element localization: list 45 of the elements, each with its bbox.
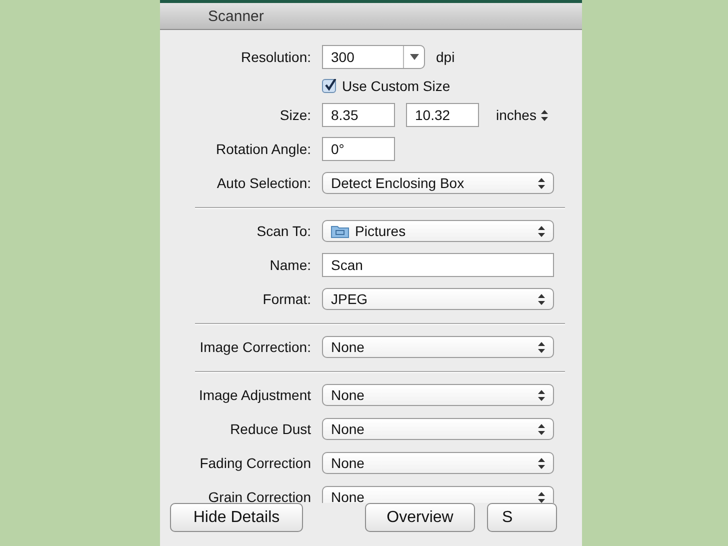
checkbox-label: Use Custom Size xyxy=(342,78,450,94)
folder-icon xyxy=(331,224,349,238)
field-label: Rotation Angle: xyxy=(216,141,311,157)
field-label: Auto Selection: xyxy=(216,175,311,191)
button[interactable]: Overview xyxy=(365,503,475,532)
width-field[interactable]: 8.35 xyxy=(322,103,395,127)
unit-label: dpi xyxy=(436,49,455,65)
button[interactable]: Hide Details xyxy=(170,503,303,532)
up-down-arrows-icon xyxy=(538,178,545,188)
field-label: Size: xyxy=(280,107,311,123)
up-down-arrows-icon xyxy=(538,390,545,400)
resolution-combo-box[interactable]: 300 xyxy=(322,45,425,69)
up-down-arrows-icon xyxy=(538,342,545,352)
field-label: Name: xyxy=(270,257,311,273)
popup-menu[interactable]: None xyxy=(322,418,554,440)
field-label: Format: xyxy=(262,291,311,307)
popup-menu[interactable]: None xyxy=(322,452,554,474)
field-label: Grain Correction xyxy=(208,489,311,503)
popup-menu[interactable]: None xyxy=(322,486,554,503)
window-title: Scanner xyxy=(208,8,264,24)
popup-menu[interactable]: Detect Enclosing Box xyxy=(322,172,554,194)
field-label: Fading Correction xyxy=(200,455,311,471)
up-down-arrows-icon xyxy=(538,226,545,236)
unit-label: inches xyxy=(496,107,536,123)
field-label: Image Adjustment xyxy=(198,387,311,403)
text-field[interactable]: 0° xyxy=(322,137,395,161)
field-label: Image Correction: xyxy=(200,339,311,355)
up-down-arrows-icon xyxy=(541,110,548,120)
popup-menu[interactable]: None xyxy=(322,336,554,358)
button[interactable]: S xyxy=(487,503,557,532)
up-down-arrows-icon xyxy=(538,458,545,468)
field-label: Scan To: xyxy=(256,223,311,239)
dropdown-arrow-icon xyxy=(410,54,418,60)
height-field[interactable]: 10.32 xyxy=(406,103,479,127)
checkmark-icon xyxy=(324,79,336,91)
up-down-arrows-icon xyxy=(538,294,545,304)
field-label: Reduce Dust xyxy=(230,421,311,437)
popup-menu[interactable]: JPEG xyxy=(322,288,554,310)
text-field[interactable]: Scan xyxy=(322,253,554,277)
checkbox[interactable] xyxy=(322,79,336,93)
popup-menu[interactable]: None xyxy=(322,384,554,406)
up-down-arrows-icon xyxy=(538,424,545,434)
up-down-arrows-icon xyxy=(538,492,545,502)
field-label: Resolution: xyxy=(240,49,311,65)
popup-menu[interactable]: Pictures xyxy=(322,220,554,242)
